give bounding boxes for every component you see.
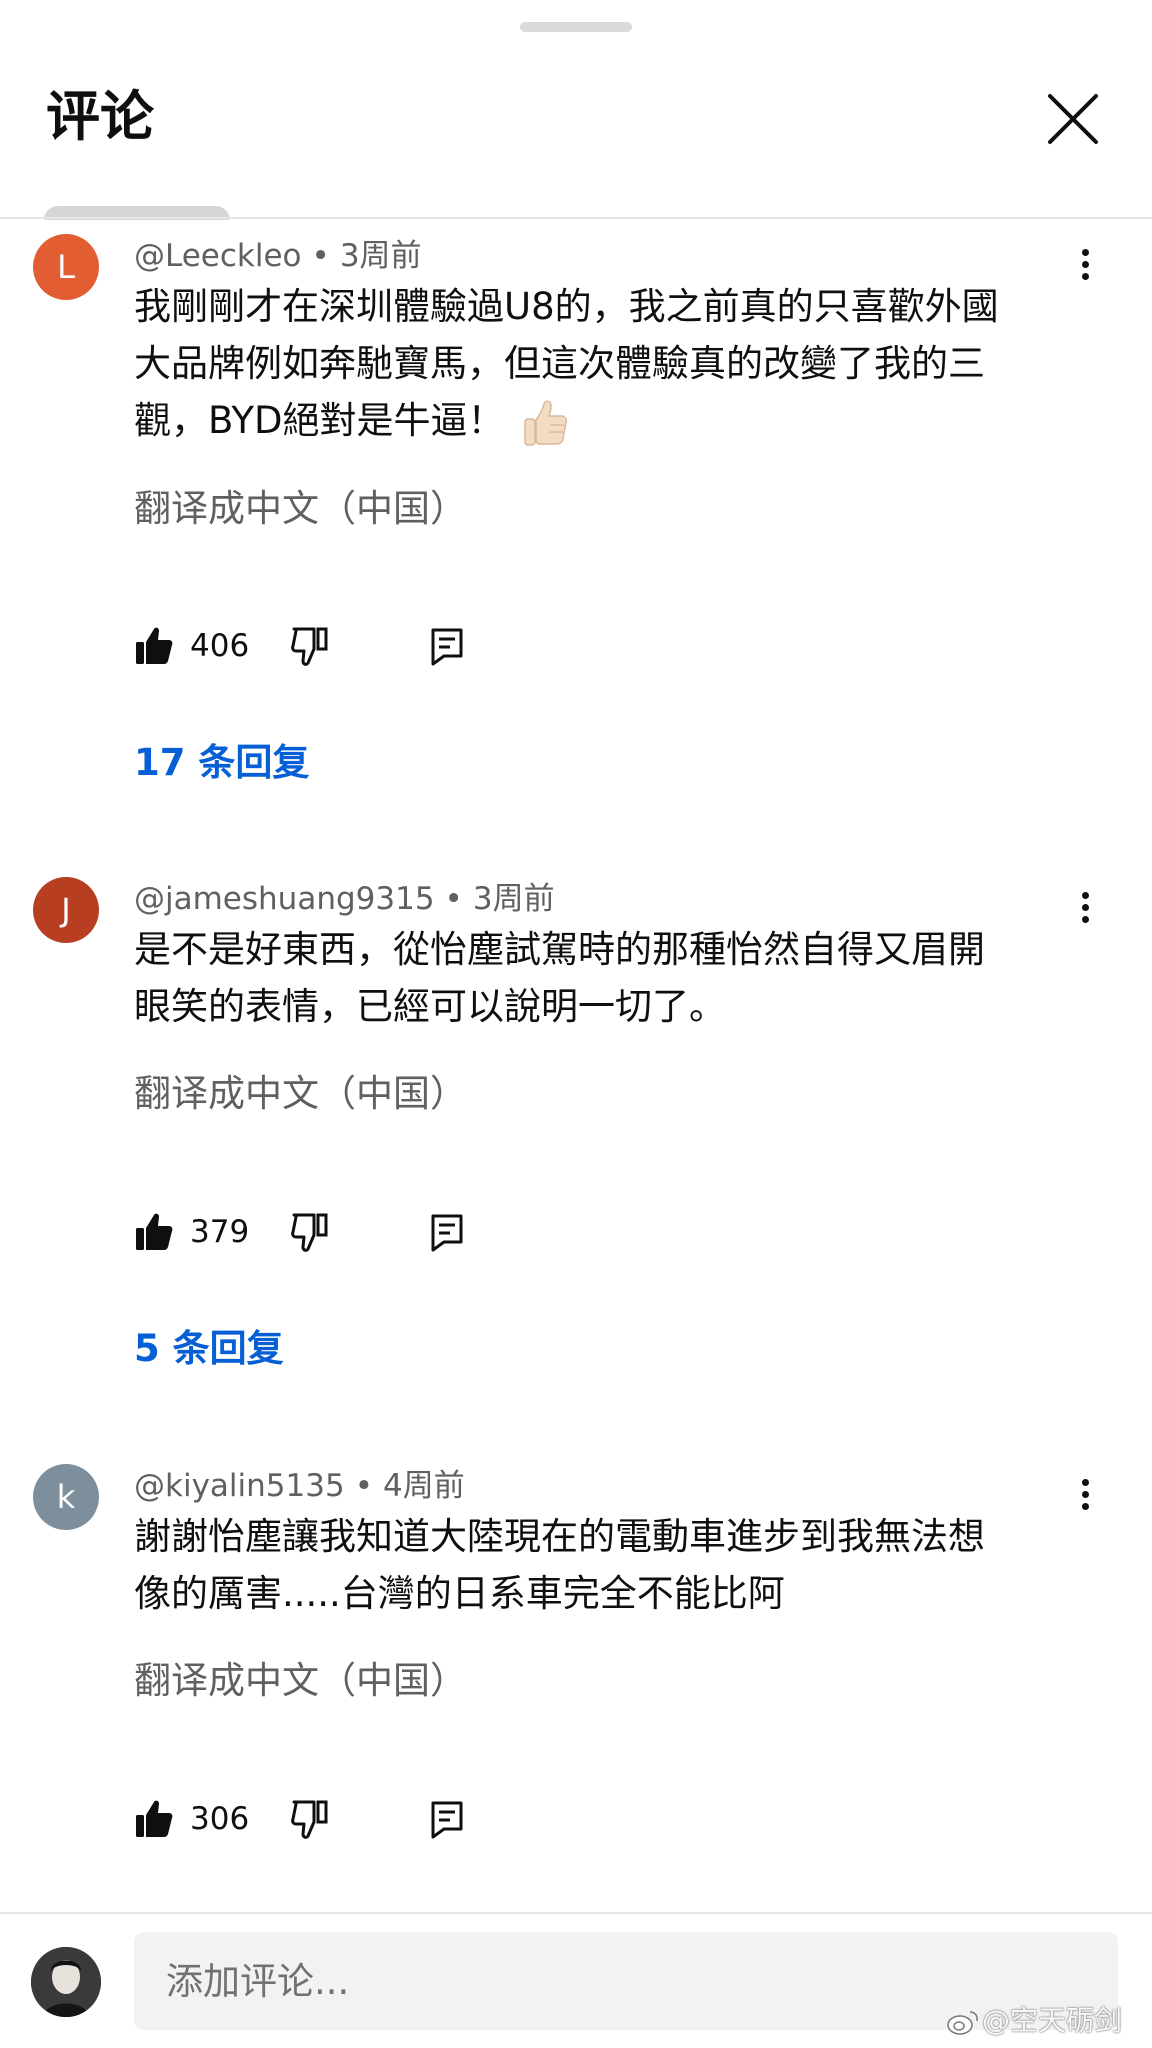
comment-actions: 306 [134,1794,534,1844]
avatar-initial: J [61,891,71,929]
avatar[interactable]: k [33,1464,99,1530]
dislike-button[interactable] [290,1211,330,1259]
watermark-text: @空天砺剑 [982,2004,1123,2037]
meta-separator: • [354,1468,373,1504]
thumbs-down-icon [291,1800,328,1839]
thumbs-up-filled-icon [136,1213,173,1250]
comment-meta: @jameshuang9315 • 3周前 [134,877,555,921]
comment-line: 像的厲害.....台灣的日系車完全不能比阿 [134,1572,785,1615]
comment-text: 謝謝怡塵讓我知道大陸現在的電動車進步到我無法想 像的厲害.....台灣的日系車完… [134,1508,1074,1622]
drag-handle[interactable] [520,22,632,32]
like-button[interactable] [134,621,174,671]
comment-text: 我剛剛才在深圳體驗過U8的，我之前真的只喜歡外國 大品牌例如奔馳寶馬，但這次體驗… [134,278,1074,449]
reply-button[interactable] [430,1800,464,1844]
comments-sheet: 评论 L @Leeckleo • 3周前 我剛剛才在深圳體驗過U8的，我之前真的只喜… [0,0,1152,2048]
view-replies-link[interactable]: 5 条回复 [134,1324,284,1374]
more-vertical-icon [1068,249,1102,280]
translate-button[interactable]: 翻译成中文（中国） [134,1069,467,1119]
reply-button[interactable] [430,627,464,671]
reply-comment-icon [431,1801,463,1839]
comment-line-with-emoji: 觀，BYD絕對是牛逼！ [134,392,1074,449]
more-vertical-icon [1068,892,1102,923]
comment-author[interactable]: @kiyalin5135 [134,1468,345,1504]
reply-comment-icon [431,1214,463,1252]
comment-time: 3周前 [339,238,422,274]
avatar-initial: k [56,1478,76,1516]
thumbs-up-emoji-icon [524,400,568,446]
comment-line: 大品牌例如奔馳寶馬，但這次體驗真的改變了我的三 [134,342,985,385]
like-button[interactable] [134,1207,174,1257]
comment-meta: @kiyalin5135 • 4周前 [134,1464,465,1508]
avatar[interactable]: L [33,234,99,300]
reply-button[interactable] [430,1213,464,1257]
weibo-logo-icon [947,2011,978,2035]
comment-line: 眼笑的表情，已經可以說明一切了。 [134,985,726,1028]
thumbs-down-icon [291,1213,328,1252]
reply-comment-icon [431,628,463,666]
dislike-button[interactable] [290,625,330,673]
avatar-initial: L [57,248,75,286]
user-photo-icon [31,1947,101,2017]
like-button[interactable] [134,1794,174,1844]
like-count: 379 [190,1214,250,1250]
close-button[interactable] [1040,86,1106,152]
avatar[interactable]: J [33,877,99,943]
current-user-avatar[interactable] [31,1947,101,2017]
comment-text: 是不是好東西，從怡塵試駕時的那種怡然自得又眉開 眼笑的表情，已經可以說明一切了。 [134,921,1074,1035]
header-divider [0,217,1152,219]
comment-actions: 406 [134,621,534,671]
comment-line: 我剛剛才在深圳體驗過U8的，我之前真的只喜歡外國 [134,285,999,328]
comment-time: 3周前 [472,881,555,917]
translate-button[interactable]: 翻译成中文（中国） [134,484,467,534]
like-count: 306 [190,1801,250,1837]
translate-button[interactable]: 翻译成中文（中国） [134,1656,467,1706]
thumbs-down-icon [291,627,328,666]
dislike-button[interactable] [290,1798,330,1846]
like-count: 406 [190,628,250,664]
view-replies-link[interactable]: 17 条回复 [134,738,309,788]
comment-line: 觀，BYD絕對是牛逼！ [134,399,505,442]
comment-author[interactable]: @jameshuang9315 [134,881,435,917]
more-vertical-icon [1068,1479,1102,1510]
comment-line: 是不是好東西，從怡塵試駕時的那種怡然自得又眉開 [134,928,985,971]
composer-divider [0,1912,1152,1914]
meta-separator: • [444,881,463,917]
watermark: @空天砺剑 [946,2001,1122,2041]
comment-time: 4周前 [382,1468,465,1504]
thumbs-up-filled-icon [136,627,173,664]
close-icon [1048,94,1098,144]
comment-line: 謝謝怡塵讓我知道大陸現在的電動車進步到我無法想 [134,1515,985,1558]
page-title: 评论 [46,85,154,148]
comment-meta: @Leeckleo • 3周前 [134,234,422,278]
thumbs-up-filled-icon [136,1800,173,1837]
comment-author[interactable]: @Leeckleo [134,238,302,274]
comment-actions: 379 [134,1207,534,1257]
meta-separator: • [311,238,330,274]
